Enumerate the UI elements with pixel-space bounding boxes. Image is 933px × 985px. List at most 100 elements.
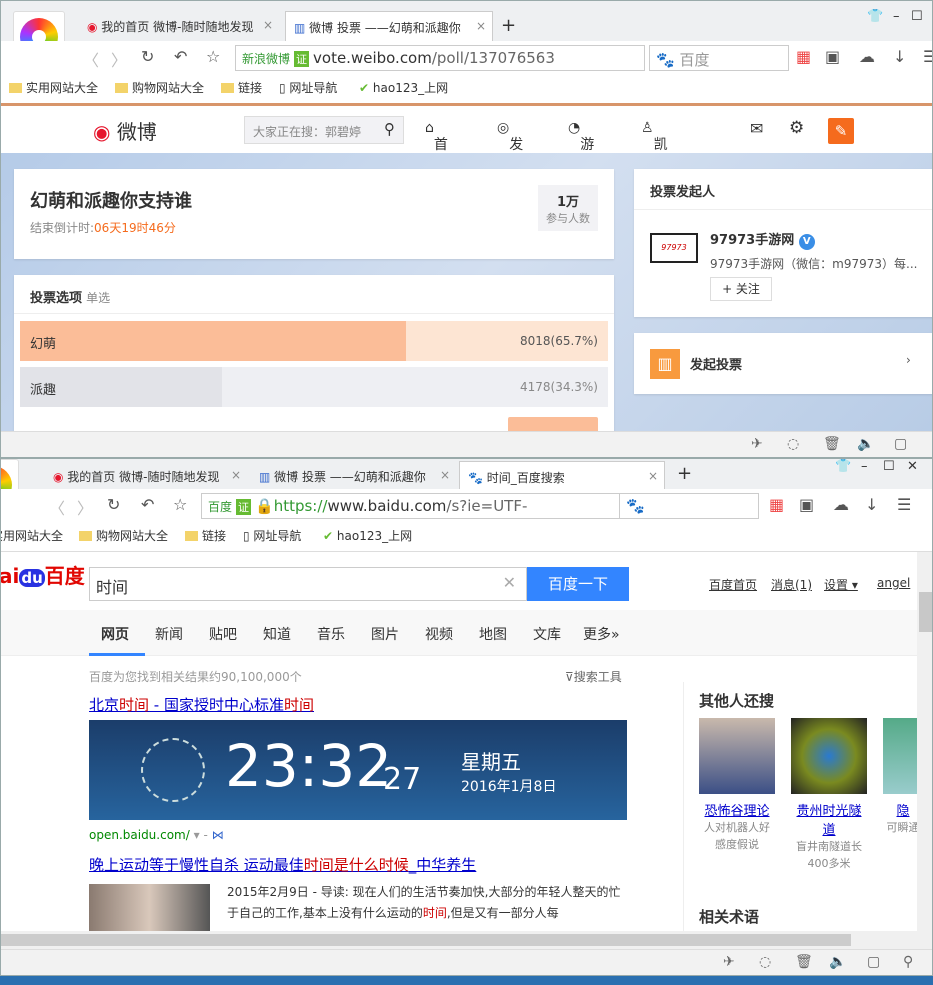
cloud-icon[interactable]: ☁ bbox=[833, 495, 849, 514]
undo-icon[interactable]: ↶ bbox=[174, 47, 187, 66]
forward-icon[interactable]: 〉 bbox=[77, 495, 93, 519]
link-user[interactable]: angel bbox=[877, 576, 910, 590]
close-icon[interactable]: × bbox=[440, 468, 450, 482]
menu-icon[interactable]: ☰ bbox=[897, 495, 911, 514]
speed-icon[interactable]: ◌ bbox=[787, 436, 799, 452]
bookmark[interactable]: 购物网站大全 bbox=[79, 527, 168, 544]
search-box[interactable]: 🐾 bbox=[619, 493, 759, 519]
initiator-avatar[interactable]: 97973 bbox=[650, 233, 698, 263]
reload-icon[interactable]: ↻ bbox=[107, 495, 120, 514]
tab-weibo-home[interactable]: ◉ 我的首页 微博-随时随地发现 × bbox=[79, 11, 279, 41]
tab-baidu-search[interactable]: 🐾 时间_百度搜索 × bbox=[459, 461, 665, 491]
vertical-scrollbar[interactable] bbox=[917, 552, 932, 932]
address-bar[interactable]: 百度证 🔒https://www.baidu.com/s?ie=UTF- bbox=[201, 493, 621, 519]
initiator-name[interactable]: 97973手游网 bbox=[710, 233, 794, 248]
skin-icon[interactable]: 👕 bbox=[867, 9, 883, 24]
tab-images[interactable]: 图片 bbox=[371, 624, 399, 644]
bookmark[interactable]: 链接 bbox=[221, 79, 262, 96]
baidu-logo[interactable]: ai du 百度 bbox=[1, 560, 85, 589]
tab-music[interactable]: 音乐 bbox=[317, 624, 345, 644]
settings-icon[interactable]: ⚙ bbox=[789, 118, 804, 138]
tab-news[interactable]: 新闻 bbox=[155, 624, 183, 644]
maximize-button[interactable]: ☐ bbox=[911, 9, 923, 24]
reload-icon[interactable]: ↻ bbox=[141, 47, 154, 66]
trash-icon[interactable]: 🗑 bbox=[823, 436, 841, 452]
speed-icon[interactable]: ◌ bbox=[759, 954, 771, 970]
minimize-button[interactable]: – bbox=[893, 9, 900, 24]
tab-weibo-poll[interactable]: ▥ 微博 投票 ——幻萌和派趣你 × bbox=[251, 461, 456, 491]
sound-icon[interactable]: 🔈 bbox=[829, 954, 846, 970]
trash-icon[interactable]: 🗑 bbox=[795, 954, 813, 970]
window-icon[interactable]: ▢ bbox=[894, 436, 907, 452]
pin-icon[interactable]: ✈ bbox=[723, 954, 735, 970]
side-item[interactable]: 贵州时光隧道 盲井南隧道长400多米 bbox=[791, 718, 867, 872]
download-icon[interactable]: ↓ bbox=[893, 47, 906, 66]
back-icon[interactable]: 〈 bbox=[83, 47, 99, 71]
close-icon[interactable]: × bbox=[476, 19, 486, 33]
new-tab-button[interactable]: + bbox=[677, 463, 692, 484]
compose-icon[interactable]: ✎ bbox=[828, 118, 854, 144]
tab-map[interactable]: 地图 bbox=[479, 624, 507, 644]
undo-icon[interactable]: ↶ bbox=[141, 495, 154, 514]
minimize-button[interactable]: – bbox=[861, 459, 868, 474]
tab-wenku[interactable]: 文库 bbox=[533, 624, 561, 644]
cloud-icon[interactable]: ☁ bbox=[859, 47, 875, 66]
nav-profile[interactable]: ♙ 凯文... bbox=[641, 120, 681, 173]
bookmark[interactable]: 购物网站大全 bbox=[115, 79, 204, 96]
bookmark[interactable]: ✔ hao123_上网 bbox=[359, 79, 448, 96]
pin-icon[interactable]: ✈ bbox=[751, 436, 763, 452]
result-thumbnail[interactable] bbox=[89, 884, 210, 934]
weibo-logo[interactable]: ◉ 微博 bbox=[93, 116, 157, 145]
tab-tieba[interactable]: 贴吧 bbox=[209, 624, 237, 644]
download-icon[interactable]: ↓ bbox=[865, 495, 878, 514]
tab-weibo-home[interactable]: ◉ 我的首页 微博-随时随地发现 × bbox=[45, 461, 247, 491]
address-bar[interactable]: 新浪微博证 vote.weibo.com/poll/137076563 bbox=[235, 45, 645, 71]
bookmark[interactable]: ▯ 网址导航 bbox=[243, 527, 301, 544]
tab-zhidao[interactable]: 知道 bbox=[263, 624, 291, 644]
bookmark[interactable]: 实用网站大全 bbox=[9, 79, 98, 96]
new-tab-button[interactable]: + bbox=[501, 15, 516, 36]
follow-button[interactable]: + 关注 bbox=[710, 277, 772, 301]
link-messages[interactable]: 消息(1) bbox=[771, 576, 812, 593]
bookmark[interactable]: ▯ 网址导航 bbox=[279, 79, 337, 96]
nav-games[interactable]: ◔ 游戏 bbox=[568, 120, 594, 173]
tab-more[interactable]: 更多» bbox=[583, 624, 620, 644]
link-settings[interactable]: 设置 ▾ bbox=[824, 576, 858, 593]
star-icon[interactable]: ☆ bbox=[206, 47, 220, 66]
nav-discover[interactable]: ◎ 发现 bbox=[497, 120, 523, 173]
close-button[interactable]: ✕ bbox=[907, 459, 918, 474]
nav-home[interactable]: ⌂ 首页 bbox=[425, 120, 448, 173]
sound-icon[interactable]: 🔈 bbox=[857, 436, 874, 452]
close-icon[interactable]: × bbox=[231, 468, 241, 482]
message-icon[interactable]: ✉ bbox=[750, 119, 763, 138]
close-icon[interactable]: × bbox=[648, 469, 658, 483]
side-item[interactable]: 恐怖谷理论 人对机器人好感度假说 bbox=[699, 718, 775, 853]
weibo-search-input[interactable]: 大家正在搜：郭碧婷 ⚲ bbox=[244, 116, 404, 144]
star-icon[interactable]: ☆ bbox=[173, 495, 187, 514]
result-title[interactable]: 北京时间 - 国家授时中心标准时间 bbox=[89, 694, 314, 715]
clear-icon[interactable]: ✕ bbox=[503, 573, 516, 592]
back-icon[interactable]: 〈 bbox=[49, 495, 65, 519]
create-poll-card[interactable]: ▥ 发起投票 › bbox=[634, 333, 932, 394]
apps-icon[interactable]: ▦ bbox=[796, 47, 811, 66]
clock-widget[interactable]: 23:32 27 星期五 2016年1月8日 bbox=[89, 720, 627, 820]
tab-weibo-poll[interactable]: ▥ 微博 投票 ——幻萌和派趣你 × bbox=[285, 11, 493, 41]
screenshot-icon[interactable]: ▣ bbox=[799, 495, 814, 514]
poll-option[interactable]: 幻萌 8018(65.7%) bbox=[20, 321, 608, 361]
search-box[interactable]: 🐾 百度 bbox=[649, 45, 789, 71]
tab-video[interactable]: 视频 bbox=[425, 624, 453, 644]
close-icon[interactable]: × bbox=[263, 18, 273, 32]
search-button[interactable]: 百度一下 bbox=[527, 567, 629, 601]
link-baidu-home[interactable]: 百度首页 bbox=[709, 576, 757, 593]
screenshot-icon[interactable]: ▣ bbox=[825, 47, 840, 66]
poll-option[interactable]: 派趣 4178(34.3%) bbox=[20, 367, 608, 407]
result-title[interactable]: 晚上运动等于慢性自杀 运动最佳时间是什么时候_中华养生 bbox=[89, 854, 476, 875]
horizontal-scrollbar[interactable] bbox=[1, 931, 932, 949]
menu-icon[interactable]: ☰ bbox=[923, 47, 932, 66]
search-input[interactable]: 时间 ✕ bbox=[89, 567, 527, 601]
search-tools[interactable]: ⊽搜索工具 bbox=[565, 668, 622, 685]
bookmark[interactable]: 实用网站大全 bbox=[1, 527, 63, 544]
window-icon[interactable]: ▢ bbox=[867, 954, 880, 970]
skin-icon[interactable]: 👕 bbox=[835, 459, 851, 474]
apps-icon[interactable]: ▦ bbox=[769, 495, 784, 514]
